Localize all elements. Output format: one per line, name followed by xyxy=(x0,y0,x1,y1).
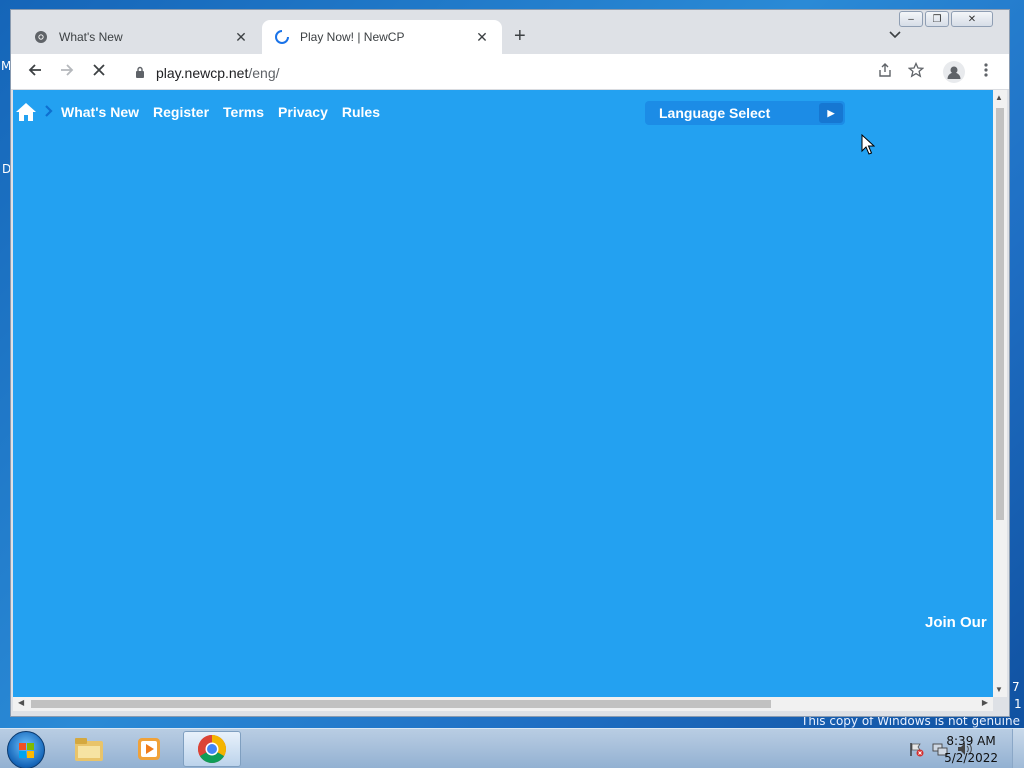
nav-rules[interactable]: Rules xyxy=(342,104,380,120)
close-tab-icon[interactable]: ✕ xyxy=(233,29,249,46)
home-icon[interactable] xyxy=(15,101,37,123)
nav-register[interactable]: Register xyxy=(153,104,209,120)
browser-window: – ❐ ✕ What's New ✕ Play Now! | NewCP ✕ + xyxy=(10,9,1010,717)
horizontal-scrollbar[interactable]: ◀ ▶ xyxy=(13,697,993,711)
scroll-up-arrow-icon[interactable]: ▲ xyxy=(995,93,1003,102)
tab-strip: What's New ✕ Play Now! | NewCP ✕ + xyxy=(11,10,1009,54)
tab-title: Play Now! | NewCP xyxy=(300,30,405,44)
new-tab-button[interactable]: + xyxy=(514,25,526,48)
join-our-text: Join Our xyxy=(925,614,987,631)
bookmark-star-icon[interactable] xyxy=(907,61,925,83)
taskbar-clock[interactable]: 8:39 AM 5/2/2022 xyxy=(944,733,998,767)
action-center-flag-icon[interactable] xyxy=(908,741,924,757)
nav-whats-new[interactable]: What's New xyxy=(61,104,139,120)
scroll-left-arrow-icon[interactable]: ◀ xyxy=(18,698,24,707)
forward-arrow-icon[interactable] xyxy=(59,62,75,83)
tab-search-chevron-icon[interactable] xyxy=(889,28,901,42)
breadcrumb-chevron-icon xyxy=(45,104,53,120)
play-arrow-icon: ▶ xyxy=(819,103,843,123)
share-icon[interactable] xyxy=(877,62,893,83)
taskbar: 8:39 AM 5/2/2022 xyxy=(0,728,1024,768)
file-explorer-icon[interactable] xyxy=(60,731,118,767)
horizontal-scroll-thumb[interactable] xyxy=(31,700,771,708)
lock-icon xyxy=(135,65,145,78)
url-text: play.newcp.net/eng/ xyxy=(156,65,280,81)
close-tab-icon[interactable]: ✕ xyxy=(474,29,490,46)
clock-time: 8:39 AM xyxy=(946,734,996,748)
loading-spinner-icon xyxy=(274,29,290,45)
back-arrow-icon[interactable] xyxy=(27,62,43,83)
vertical-scroll-thumb[interactable] xyxy=(996,108,1004,520)
scroll-down-arrow-icon[interactable]: ▼ xyxy=(995,685,1003,694)
language-select-label: Language Select xyxy=(659,105,771,121)
desktop-label-1: 1 xyxy=(1014,697,1022,711)
page-viewport: What's New Register Terms Privacy Rules … xyxy=(13,90,993,697)
chrome-icon[interactable] xyxy=(183,731,241,767)
stop-loading-icon[interactable] xyxy=(91,62,107,83)
url-path: /eng/ xyxy=(248,65,280,81)
tab-play-now[interactable]: Play Now! | NewCP ✕ xyxy=(262,20,502,54)
scroll-right-arrow-icon[interactable]: ▶ xyxy=(982,698,988,707)
language-select-button[interactable]: Language Select ▶ xyxy=(645,101,845,125)
chrome-favicon-icon xyxy=(33,29,49,45)
browser-toolbar: play.newcp.net/eng/ xyxy=(11,54,1009,90)
top-navigation: What's New Register Terms Privacy Rules xyxy=(13,100,394,124)
desktop-label-7: 7 xyxy=(1012,680,1020,694)
mouse-cursor-icon xyxy=(861,134,875,155)
nav-privacy[interactable]: Privacy xyxy=(278,104,328,120)
kebab-menu-icon[interactable] xyxy=(983,62,989,83)
clock-date: 5/2/2022 xyxy=(944,751,998,765)
show-desktop-button[interactable] xyxy=(1012,729,1024,768)
vertical-scrollbar[interactable]: ▲ ▼ xyxy=(993,90,1007,697)
tab-title: What's New xyxy=(59,30,123,44)
media-player-icon[interactable] xyxy=(120,731,178,767)
profile-avatar-icon[interactable] xyxy=(943,61,965,83)
address-bar[interactable]: play.newcp.net/eng/ xyxy=(123,57,999,87)
tab-whats-new[interactable]: What's New ✕ xyxy=(21,20,261,54)
url-host: play.newcp.net xyxy=(156,65,249,81)
nav-terms[interactable]: Terms xyxy=(223,104,264,120)
start-button-windows-icon[interactable] xyxy=(7,731,45,768)
